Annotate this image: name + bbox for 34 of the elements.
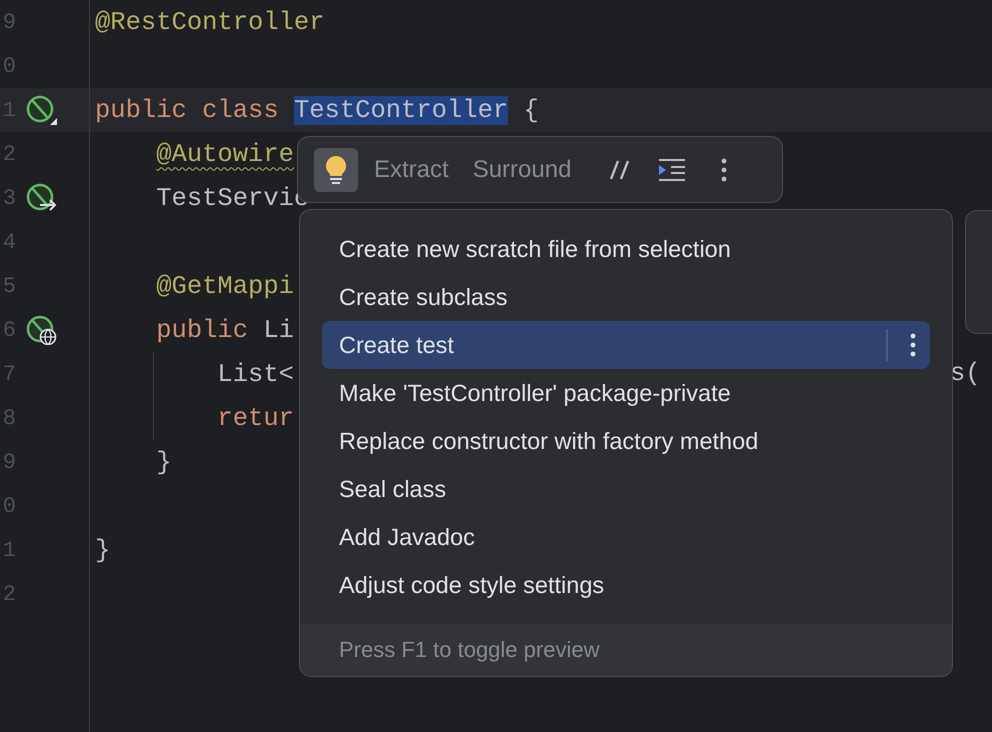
code-text: @RestController — [95, 8, 325, 36]
menu-item[interactable]: Create test — [322, 321, 930, 369]
code-text: retur — [217, 404, 294, 432]
toolbar-action[interactable]: Surround — [472, 156, 584, 184]
more-icon — [910, 333, 916, 357]
light-bulb-icon — [325, 154, 347, 184]
leaf-arrow-icon[interactable] — [26, 183, 58, 213]
menu-item[interactable]: Seal class — [322, 465, 930, 513]
code-text: @Autowire — [156, 140, 294, 168]
menu-item[interactable]: Create new scratch file from selection — [322, 225, 930, 273]
code-text: s( — [950, 358, 981, 390]
code-text: @GetMappi — [156, 272, 294, 300]
code-text: List< — [217, 360, 294, 388]
popup-footer: Press F1 to toggle preview — [300, 624, 952, 676]
toolbar-action[interactable]: Extract — [374, 156, 461, 184]
code-text: { — [524, 96, 539, 124]
menu-item[interactable]: Adjust code style settings — [322, 561, 930, 609]
code-text: } — [95, 536, 110, 564]
indent-icon — [659, 158, 686, 180]
bulb-button[interactable] — [314, 148, 358, 192]
code-text: Li — [263, 316, 294, 344]
menu-item[interactable]: Make 'TestController' package-private — [322, 369, 930, 417]
leaf-globe-icon[interactable] — [26, 315, 58, 345]
selected-code-text: TestController — [294, 96, 508, 124]
code-text: } — [156, 448, 172, 476]
code-text: public — [156, 316, 250, 344]
menu-item[interactable]: Add Javadoc — [322, 513, 930, 561]
menu-item[interactable]: Replace constructor with factory method — [322, 417, 930, 465]
menu-item[interactable]: Create subclass — [322, 273, 930, 321]
code-text: TestServic — [156, 184, 310, 212]
code-text: public class — [95, 96, 280, 124]
more-icon — [721, 158, 728, 182]
leaf-icon[interactable] — [26, 95, 58, 125]
comment-slashes-icon — [609, 158, 632, 180]
